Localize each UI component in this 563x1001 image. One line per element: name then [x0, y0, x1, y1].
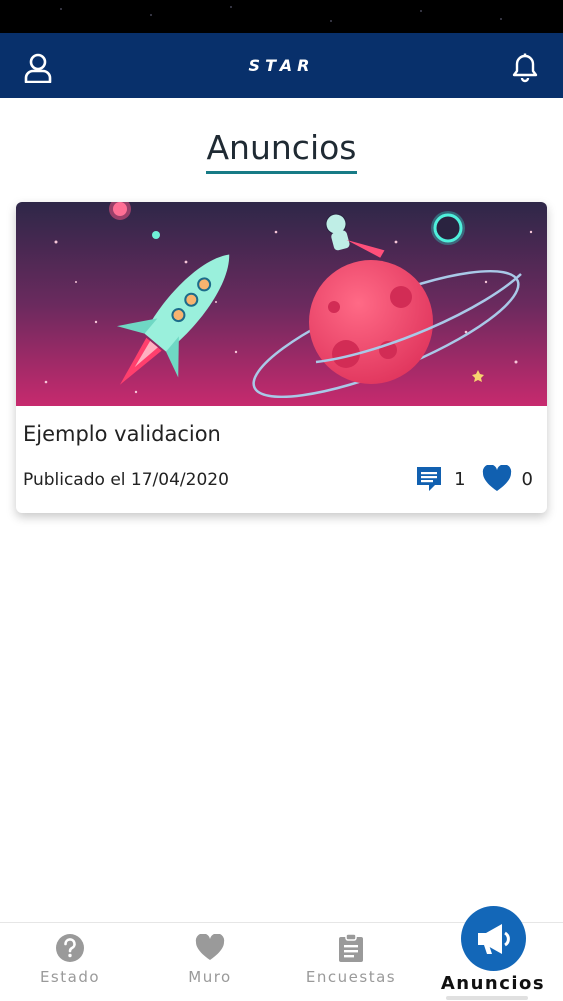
nav-label-encuestas: Encuestas [305, 968, 397, 986]
heart-icon [195, 933, 225, 963]
nav-label-muro: Muro [188, 968, 232, 986]
megaphone-icon [477, 923, 510, 954]
nav-item-encuestas[interactable]: Encuestas [281, 923, 421, 1001]
comments-count: 1 [454, 468, 466, 490]
announcement-stats: 1 0 [414, 464, 533, 494]
bottom-navigation: Estado Muro Encuestas Anuncios [0, 906, 563, 1001]
status-bar [0, 0, 563, 33]
page-title: Anuncios [206, 128, 357, 174]
anuncios-active-button[interactable] [461, 906, 526, 971]
comment-icon [417, 467, 442, 491]
announcement-title: Ejemplo validacion [23, 422, 221, 446]
clipboard-icon [336, 933, 366, 963]
nav-label-anuncios: Anuncios [440, 973, 546, 994]
nav-item-anuncios[interactable]: Anuncios [423, 906, 563, 1001]
page-title-container: Anuncios [0, 128, 563, 174]
heart-icon [482, 465, 511, 491]
notifications-button[interactable] [507, 50, 543, 86]
nav-item-estado[interactable]: Estado [0, 923, 140, 1001]
app-logo: STAR [248, 56, 315, 75]
nav-item-muro[interactable]: Muro [140, 923, 280, 1001]
user-icon [24, 53, 52, 83]
comments-button[interactable] [414, 464, 444, 494]
app-header: STAR [0, 33, 563, 98]
likes-count: 0 [521, 468, 533, 490]
announcement-card[interactable]: Ejemplo validacion Publicado el 17/04/20… [16, 202, 547, 513]
home-indicator [446, 996, 528, 1000]
bell-icon [512, 53, 538, 83]
profile-button[interactable] [20, 50, 56, 86]
announcement-date: Publicado el 17/04/2020 [23, 470, 229, 490]
question-icon [55, 933, 85, 963]
like-button[interactable] [482, 464, 512, 494]
announcement-image [16, 202, 547, 406]
nav-label-estado: Estado [39, 968, 101, 986]
